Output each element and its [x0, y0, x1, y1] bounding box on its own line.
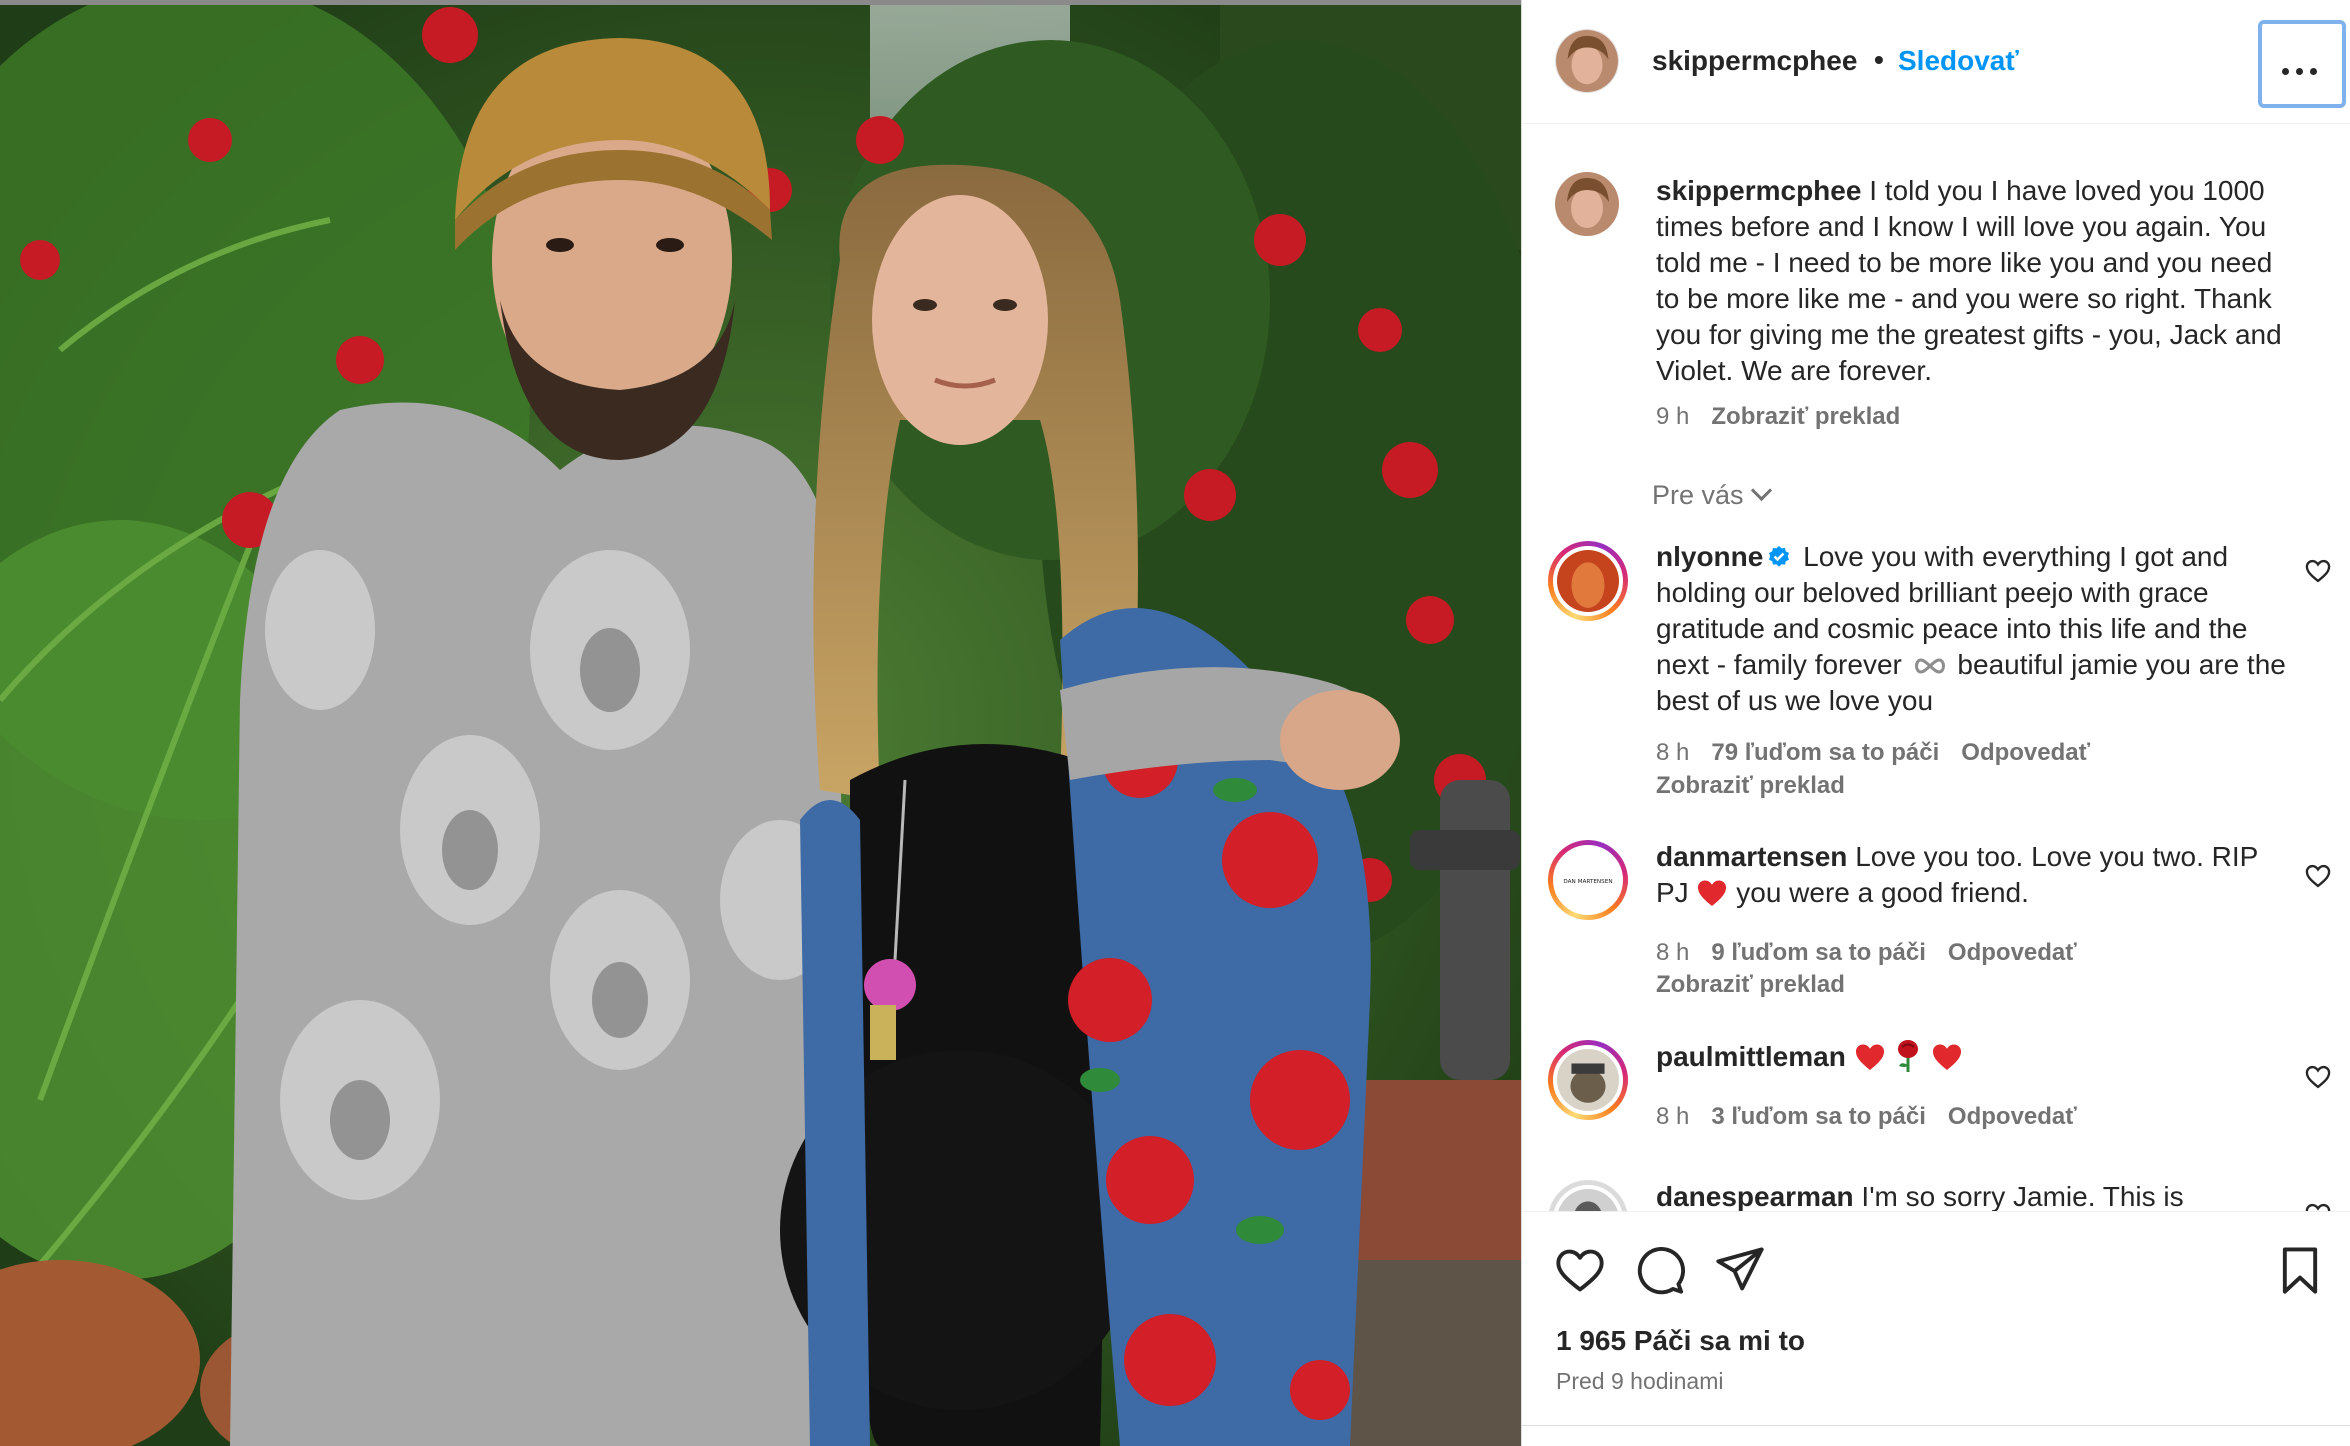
- comment-text: danespearman I'm so sorry Jamie. This is: [1656, 1179, 2291, 1211]
- comment-line: holding our beloved brilliant peejo with…: [1656, 577, 2209, 608]
- author-username[interactable]: skippermcphee: [1652, 45, 1857, 77]
- follow-button[interactable]: Sledovať: [1898, 45, 2019, 77]
- comment-translate[interactable]: Zobraziť preklad: [1656, 772, 1845, 800]
- comment-line: gratitude and cosmic peace into this lif…: [1656, 613, 2201, 644]
- comment-avatar-image: DAN MARTENSEN: [1557, 849, 1619, 911]
- comment-line: beautiful jamie you: [1957, 649, 2191, 680]
- comment-username[interactable]: paulmittleman: [1656, 1041, 1846, 1072]
- comment-reply-button[interactable]: Odpovedať: [1948, 1103, 2077, 1130]
- comment-time[interactable]: 8 h: [1656, 939, 1689, 966]
- comment-avatar-image: [1557, 550, 1619, 612]
- infinity-emoji-icon: [1914, 658, 1945, 674]
- window-top-border: [0, 0, 1521, 5]
- share-icon[interactable]: [1714, 1244, 1766, 1296]
- comment-meta: 8 h 79 ľuďom sa to páči Odpovedať: [1656, 739, 2090, 767]
- comment-like-heart-icon[interactable]: [2304, 557, 2332, 585]
- caption-avatar-image: [1555, 172, 1619, 236]
- caption-time[interactable]: 9 h: [1656, 403, 1689, 430]
- bookmark-icon[interactable]: [2274, 1244, 2326, 1296]
- caption-translate[interactable]: Zobraziť preklad: [1711, 403, 1900, 430]
- comment-avatar[interactable]: [1548, 541, 1628, 621]
- comment-username[interactable]: danmartensen: [1656, 841, 1847, 872]
- caption-meta: 9 h Zobraziť preklad: [1656, 403, 1900, 431]
- post-header: skippermcphee • Sledovať: [1522, 0, 2350, 124]
- heart-icon[interactable]: [1554, 1244, 1606, 1296]
- comment-line: PJ: [1656, 877, 1689, 908]
- comment-line: Love you with everything I got and: [1803, 541, 2229, 572]
- comment-avatar-image: [1557, 1189, 1619, 1211]
- panel-divider: [1522, 1425, 2350, 1426]
- caption-line: Violet. We are forever.: [1656, 355, 1932, 386]
- likes-count[interactable]: 1 965 Páči sa mi to: [1556, 1325, 1805, 1357]
- author-avatar[interactable]: [1555, 29, 1619, 93]
- comment-avatar[interactable]: [1548, 1180, 1628, 1211]
- post-side-panel: skippermcphee • Sledovať skippermcphee I…: [1521, 0, 2350, 1446]
- caption-line: times before and I know I will love you …: [1656, 211, 2267, 242]
- header-separator: •: [1874, 44, 1884, 75]
- post-photo-illustration: [0, 0, 1521, 1446]
- caption-avatar[interactable]: [1555, 172, 1619, 236]
- comment-username[interactable]: nlyonne: [1656, 541, 1763, 572]
- comment-reply-button[interactable]: Odpovedať: [1948, 939, 2077, 966]
- comment-avatar[interactable]: DAN MARTENSEN: [1548, 840, 1628, 920]
- caption-line: I told you I have loved you 1000: [1869, 175, 2265, 206]
- comment-filter-label: Pre vás: [1652, 480, 1744, 510]
- more-options-button[interactable]: [2258, 20, 2346, 108]
- comment-like-heart-icon[interactable]: [2304, 862, 2332, 890]
- caption-line: for giving me the greatest gifts - you, …: [1708, 319, 2282, 350]
- red-heart-emoji-icon: [1855, 1044, 1884, 1070]
- comment-likes[interactable]: 3 ľuďom sa to páči: [1711, 1103, 1926, 1130]
- red-heart-emoji-icon: [1698, 880, 1727, 906]
- comment-time[interactable]: 8 h: [1656, 1103, 1689, 1130]
- comment-like-heart-icon[interactable]: [2304, 1063, 2332, 1091]
- comment-reply-button[interactable]: Odpovedať: [1961, 739, 2090, 766]
- more-horizontal-icon: [2282, 62, 2324, 80]
- caption-username[interactable]: skippermcphee: [1656, 175, 1861, 206]
- comment-likes[interactable]: 9 ľuďom sa to páči: [1711, 939, 1926, 966]
- comment-likes[interactable]: 79 ľuďom sa to páči: [1711, 739, 1939, 766]
- comment-time[interactable]: 8 h: [1656, 739, 1689, 766]
- comment-filter-dropdown[interactable]: Pre vás: [1652, 479, 1772, 511]
- chevron-down-icon: [1750, 479, 1772, 502]
- comment-text: nlyonne Love you with everything I got a…: [1656, 539, 2291, 719]
- post-photo[interactable]: [0, 0, 1521, 1446]
- post-timestamp[interactable]: Pred 9 hodinami: [1556, 1368, 1724, 1395]
- comments-list[interactable]: skippermcphee I told you I have loved yo…: [1522, 125, 2350, 1211]
- comment-text: paulmittleman: [1656, 1039, 2291, 1075]
- comment-text: danmartensen Love you too. Love you two.…: [1656, 839, 2291, 911]
- post-actions: 1 965 Páči sa mi to Pred 9 hodinami: [1522, 1211, 2350, 1446]
- comment-username[interactable]: danespearman: [1656, 1181, 1854, 1211]
- comment-avatar-image: [1557, 1049, 1619, 1111]
- comment-translate[interactable]: Zobraziť preklad: [1656, 971, 1845, 999]
- caption-text: skippermcphee I told you I have loved yo…: [1656, 173, 2291, 389]
- comment-meta: 8 h 3 ľuďom sa to páči Odpovedať: [1656, 1103, 2077, 1131]
- comment-like-heart-icon[interactable]: [2304, 1201, 2332, 1211]
- author-avatar-image: [1556, 30, 1618, 92]
- svg-text:DAN MARTENSEN: DAN MARTENSEN: [1563, 879, 1612, 885]
- red-heart-emoji-icon: [1933, 1044, 1962, 1070]
- comment-avatar[interactable]: [1548, 1040, 1628, 1120]
- comment-line: Love you too. Love you two. RIP: [1855, 841, 2258, 872]
- comment-line: I'm so sorry Jamie. This is: [1861, 1181, 2184, 1211]
- comment-line: you were a good friend.: [1736, 877, 2029, 908]
- comment-meta: 8 h 9 ľuďom sa to páči Odpovedať: [1656, 939, 2077, 967]
- verified-badge-icon: [1769, 546, 1790, 567]
- comment-icon[interactable]: [1634, 1244, 1686, 1296]
- rose-emoji-icon: [1898, 1040, 1919, 1072]
